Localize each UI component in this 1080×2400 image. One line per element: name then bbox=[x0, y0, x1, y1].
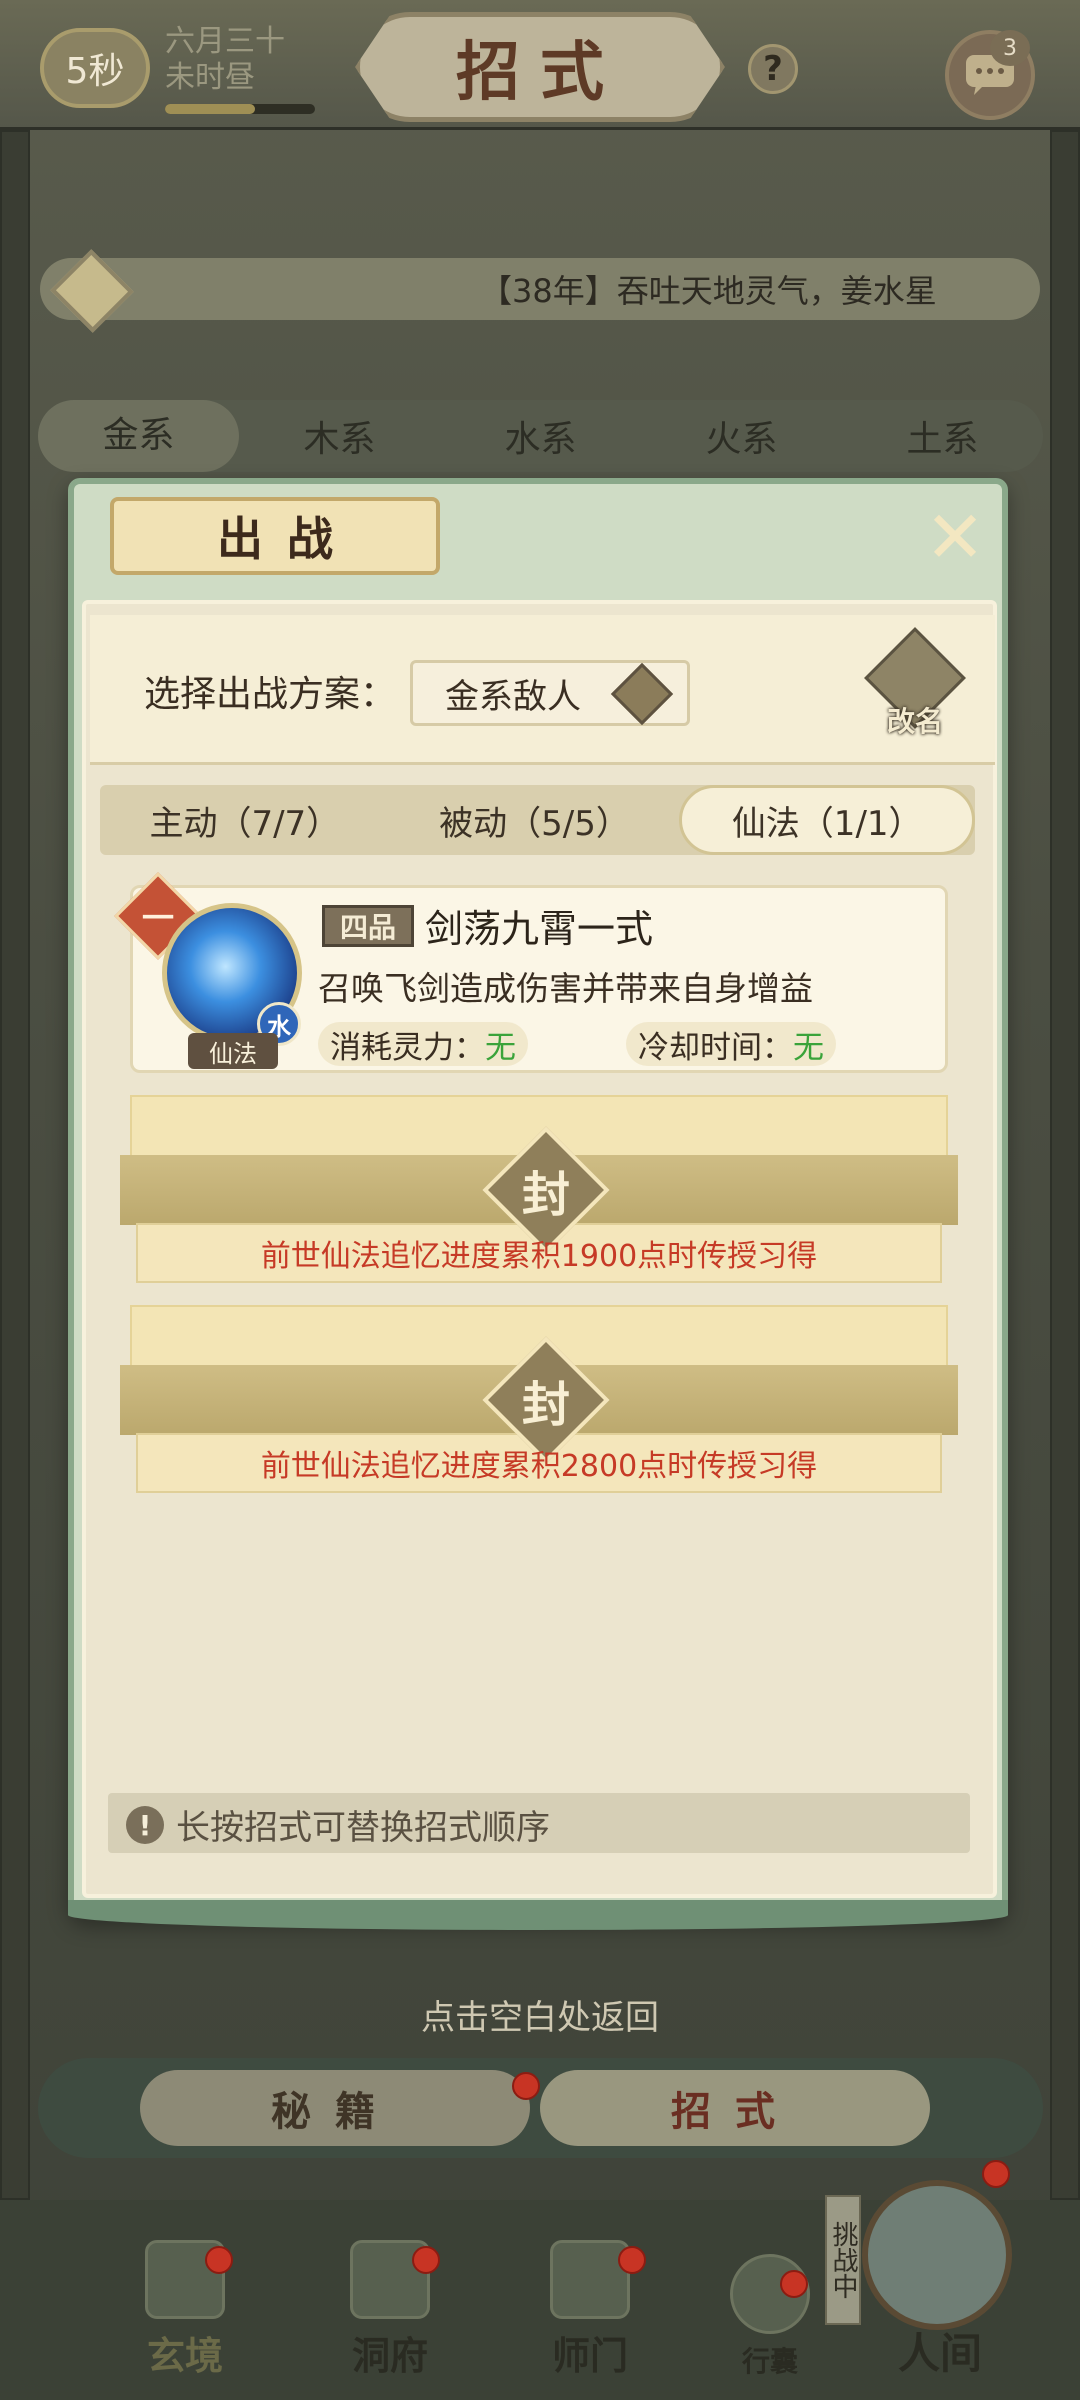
banner-icon bbox=[550, 2240, 630, 2319]
skill-description: 召唤飞剑造成伤害并带来自身增益 bbox=[318, 969, 813, 1008]
notification-dot bbox=[512, 2072, 540, 2100]
world-button[interactable] bbox=[862, 2180, 1012, 2330]
help-button[interactable]: ? bbox=[748, 44, 798, 94]
nav-label: 洞府 bbox=[351, 2333, 428, 2378]
tip-text: 长按招式可替换招式顺序 bbox=[176, 1808, 550, 1848]
notification-dot bbox=[780, 2270, 808, 2298]
left-rail bbox=[0, 130, 30, 2200]
tab-earth[interactable]: 土系 bbox=[842, 410, 1043, 462]
page-title: 招式 bbox=[456, 35, 624, 110]
date-progress-fill bbox=[165, 104, 255, 114]
element-tabs: 金系 木系 水系 火系 土系 bbox=[38, 400, 1043, 472]
timer-text: 5秒 bbox=[65, 51, 125, 92]
challenge-tag: 挑战中 bbox=[825, 2195, 861, 2325]
exclamation-icon: ! bbox=[126, 1806, 164, 1844]
nav-label: 玄境 bbox=[146, 2333, 223, 2378]
tab-wood[interactable]: 木系 bbox=[239, 410, 440, 462]
close-button[interactable]: ✕ bbox=[920, 495, 990, 579]
date-line-2: 未时昼 bbox=[165, 60, 255, 95]
world-label: 人间 bbox=[897, 2329, 982, 2378]
tab-active-skills[interactable]: 主动（7/7） bbox=[100, 785, 390, 855]
dialog-title: 出战 bbox=[217, 512, 357, 566]
plan-label: 选择出战方案： bbox=[144, 674, 397, 715]
tab-secret-manual[interactable]: 秘籍 bbox=[140, 2070, 530, 2146]
tab-moves[interactable]: 招式 bbox=[540, 2070, 930, 2146]
cooldown-value: 无 bbox=[793, 1029, 824, 1066]
skill-name: 剑荡九霄一式 bbox=[425, 907, 654, 951]
tab-passive-skills[interactable]: 被动（5/5） bbox=[390, 785, 680, 855]
seal-text: 封 bbox=[521, 1377, 570, 1433]
dialog-bottom-decoration bbox=[68, 1900, 1008, 1930]
cost-value: 无 bbox=[485, 1029, 516, 1066]
cooldown-stat: 冷却时间： 无 bbox=[626, 1022, 836, 1066]
page-title-plate: 招式 bbox=[355, 12, 725, 122]
nav-label: 师门 bbox=[551, 2333, 628, 2378]
locked-slot[interactable]: 封 前世仙法追忆进度累积2800点时传授习得 bbox=[120, 1305, 958, 1493]
notification-dot bbox=[618, 2246, 646, 2274]
tab-metal[interactable]: 金系 bbox=[38, 400, 239, 472]
right-rail bbox=[1050, 130, 1080, 2200]
date-line-1: 六月三十 bbox=[165, 24, 285, 59]
tab-water[interactable]: 水系 bbox=[440, 410, 641, 462]
cooldown-label: 冷却时间： bbox=[638, 1029, 793, 1066]
dialog-title-plate: 出战 bbox=[110, 497, 440, 575]
notification-dot bbox=[982, 2160, 1010, 2188]
cost-stat: 消耗灵力： 无 bbox=[318, 1022, 528, 1066]
nav-inventory[interactable]: 行囊 bbox=[710, 2240, 830, 2380]
locked-slot[interactable]: 封 前世仙法追忆进度累积1900点时传授习得 bbox=[120, 1095, 958, 1283]
close-x-icon: ✕ bbox=[924, 495, 986, 579]
date-progress-bar bbox=[165, 104, 315, 114]
notification-dot bbox=[205, 2246, 233, 2274]
unlock-requirement: 前世仙法追忆进度累积2800点时传授习得 bbox=[260, 1449, 818, 1484]
timer-badge: 5秒 bbox=[40, 28, 150, 108]
grade-badge: 四品 bbox=[322, 905, 414, 947]
nav-label: 行囊 bbox=[741, 2345, 798, 2378]
skill-type-tabs: 主动（7/7） 被动（5/5） 仙法（1/1） bbox=[100, 785, 976, 855]
seal-text: 封 bbox=[521, 1167, 570, 1223]
tab-fire[interactable]: 火系 bbox=[641, 410, 842, 462]
return-hint: 点击空白处返回 bbox=[421, 1998, 659, 2038]
rename-button[interactable]: 改名 bbox=[864, 627, 966, 740]
question-mark-icon: ? bbox=[763, 49, 783, 89]
announcement-text: 【38年】吞吐天地灵气，姜水星 bbox=[480, 272, 937, 310]
skill-type-label: 仙法 bbox=[188, 1033, 278, 1069]
rename-label: 改名 bbox=[886, 705, 943, 738]
cost-label: 消耗灵力： bbox=[330, 1029, 485, 1066]
unlock-requirement: 前世仙法追忆进度累积1900点时传授习得 bbox=[260, 1239, 818, 1274]
chat-count-badge: 3 bbox=[990, 30, 1030, 66]
game-date: 六月三十 未时昼 bbox=[165, 24, 325, 96]
tab-immortal-arts[interactable]: 仙法（1/1） bbox=[679, 785, 976, 855]
notification-dot bbox=[412, 2246, 440, 2274]
plan-select-value: 金系敌人 bbox=[445, 676, 581, 717]
